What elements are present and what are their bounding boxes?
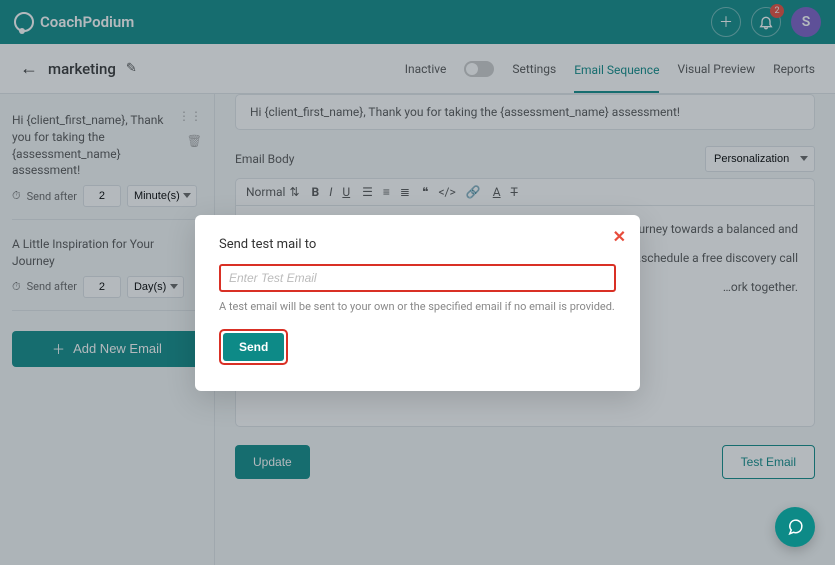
- send-button[interactable]: Send: [223, 333, 284, 361]
- modal-overlay[interactable]: ✕ Send test mail to A test email will be…: [0, 0, 835, 565]
- close-icon[interactable]: ✕: [613, 227, 626, 246]
- chat-icon: [786, 518, 804, 536]
- send-button-highlight: Send: [219, 329, 288, 365]
- modal-title: Send test mail to: [219, 237, 616, 252]
- help-fab[interactable]: [775, 507, 815, 547]
- test-email-input[interactable]: [219, 264, 616, 292]
- test-email-modal: ✕ Send test mail to A test email will be…: [195, 215, 640, 391]
- modal-hint: A test email will be sent to your own or…: [219, 300, 616, 313]
